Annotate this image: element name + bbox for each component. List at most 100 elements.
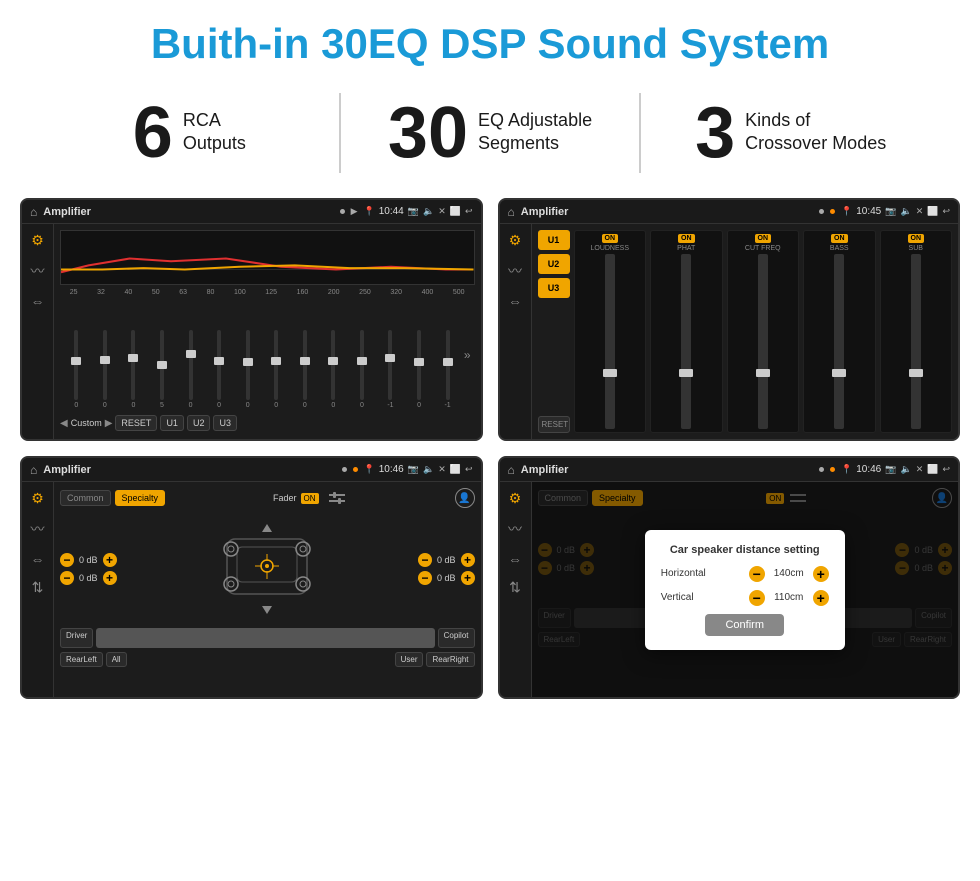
fader-rearright-btn[interactable]: RearRight <box>426 652 474 667</box>
stat-rca-line2: Outputs <box>183 132 246 155</box>
fader-user-btn[interactable]: User <box>395 652 424 667</box>
fader-top-bar: Common Specialty Fader ON 👤 <box>60 488 475 508</box>
fader-copilot-btn[interactable]: Copilot <box>438 628 475 648</box>
fader-sidebar: ⚙ 〰 ⇔ ⇅ <box>22 482 54 697</box>
dialog-sidebar-icon-4[interactable]: ⇅ <box>509 579 521 596</box>
eq-prev-arrow[interactable]: ◀ <box>60 418 68 429</box>
fader-fl-minus[interactable]: − <box>60 553 74 567</box>
eq-slider-12: 0 <box>407 330 432 409</box>
dialog-vertical-plus[interactable]: + <box>813 590 829 606</box>
fader-driver-btn[interactable]: Driver <box>60 628 93 648</box>
amp-sidebar-icon-3[interactable]: ⇔ <box>508 293 522 309</box>
amp-dot2 <box>830 209 835 214</box>
eq-slider-9: 0 <box>321 330 346 409</box>
dialog-horizontal-row: Horizontal − 140cm + <box>661 566 829 582</box>
amp-u1-btn[interactable]: U1 <box>538 230 570 250</box>
fader-position-buttons: Driver Copilot <box>60 628 475 648</box>
fader-sidebar-icon-4[interactable]: ⇅ <box>32 579 44 596</box>
dialog-sidebar-icon-3[interactable]: ⇔ <box>508 551 522 567</box>
stat-eq-number: 30 <box>388 97 468 169</box>
dialog-sidebar-icon-2[interactable]: 〰 <box>508 519 522 539</box>
dialog-time: 10:46 <box>856 464 881 475</box>
fader-fr-plus[interactable]: + <box>461 553 475 567</box>
eq-slider-3: 5 <box>150 330 175 409</box>
amp-close-icon: ✕ <box>916 206 924 217</box>
loudness-slider[interactable] <box>605 254 615 429</box>
dialog-home-icon[interactable]: ⌂ <box>508 463 515 477</box>
dialog-volume-icon: 🔈 <box>900 464 911 475</box>
stat-crossover: 3 Kinds of Crossover Modes <box>661 97 920 169</box>
sub-slider[interactable] <box>911 254 921 429</box>
stat-rca-number: 6 <box>133 97 173 169</box>
fader-right-controls: − 0 dB + − 0 dB + <box>418 553 475 585</box>
dialog-back-icon[interactable]: ↩ <box>942 464 950 475</box>
back-icon[interactable]: ↩ <box>465 206 473 217</box>
profile-icon[interactable]: 👤 <box>455 488 475 508</box>
fader-all-btn[interactable]: All <box>106 652 127 667</box>
amp-u3-btn[interactable]: U3 <box>538 278 570 298</box>
fader-rearleft-btn[interactable]: RearLeft <box>60 652 103 667</box>
fader-specialty-tab[interactable]: Specialty <box>115 490 166 506</box>
eq-sidebar-icon-1[interactable]: ⚙ <box>31 232 44 249</box>
dialog-vertical-minus[interactable]: − <box>749 590 765 606</box>
eq-u3-btn[interactable]: U3 <box>213 415 237 431</box>
amp-body: ⚙ 〰 ⇔ U1 U2 U3 RESET ON LOUDNESS <box>500 224 959 439</box>
cutfreq-slider[interactable] <box>758 254 768 429</box>
fader-rl-minus[interactable]: − <box>60 571 74 585</box>
dialog-horizontal-plus[interactable]: + <box>813 566 829 582</box>
fader-fr-minus[interactable]: − <box>418 553 432 567</box>
eq-time: 10:44 <box>379 206 404 217</box>
eq-u1-btn[interactable]: U1 <box>160 415 184 431</box>
fader-sidebar-icon-2[interactable]: 〰 <box>31 519 45 539</box>
dialog-sidebar-icon-1[interactable]: ⚙ <box>509 490 522 507</box>
fader-slider-icon <box>327 488 347 508</box>
fader-on-badge: ON <box>301 493 319 504</box>
camera-icon: 📷 <box>408 206 419 217</box>
fader-rr-plus[interactable]: + <box>461 571 475 585</box>
eq-sidebar-icon-2[interactable]: 〰 <box>31 261 45 281</box>
fader-rl-plus[interactable]: + <box>103 571 117 585</box>
fader-sidebar-icon-3[interactable]: ⇔ <box>31 551 45 567</box>
eq-slider-5: 0 <box>207 330 232 409</box>
fader-rl-val: 0 dB <box>79 573 98 583</box>
phat-on-badge: ON <box>678 234 695 243</box>
eq-sidebar-icon-3[interactable]: ⇔ <box>31 293 45 309</box>
amp-location-icon: 📍 <box>841 206 852 217</box>
screen-eq: ⌂ Amplifier ▶ 📍 10:44 📷 🔈 ✕ ⬜ ↩ ⚙ 〰 ⇔ <box>20 198 483 441</box>
eq-slider-7: 0 <box>264 330 289 409</box>
dialog-sidebar: ⚙ 〰 ⇔ ⇅ <box>500 482 532 697</box>
screen-dialog: ⌂ Amplifier 📍 10:46 📷 🔈 ✕ ⬜ ↩ ⚙ 〰 ⇔ ⇅ <box>498 456 961 699</box>
fader-back-icon[interactable]: ↩ <box>465 464 473 475</box>
fader-left-controls: − 0 dB + − 0 dB + <box>60 553 117 585</box>
dialog-dot2 <box>830 467 835 472</box>
expand-icon[interactable]: » <box>464 348 471 362</box>
eq-next-arrow[interactable]: ▶ <box>105 418 113 429</box>
amp-back-icon[interactable]: ↩ <box>942 206 950 217</box>
location-icon: 📍 <box>364 206 375 217</box>
amp-u2-btn[interactable]: U2 <box>538 254 570 274</box>
dialog-horizontal-label: Horizontal <box>661 568 743 579</box>
bass-slider[interactable] <box>834 254 844 429</box>
amp-home-icon[interactable]: ⌂ <box>508 205 515 219</box>
fader-common-tab[interactable]: Common <box>60 490 111 506</box>
eq-u2-btn[interactable]: U2 <box>187 415 211 431</box>
home-icon[interactable]: ⌂ <box>30 205 37 219</box>
dialog-horizontal-minus[interactable]: − <box>749 566 765 582</box>
fader-rr-minus[interactable]: − <box>418 571 432 585</box>
eq-reset-btn[interactable]: RESET <box>115 415 157 431</box>
phat-slider[interactable] <box>681 254 691 429</box>
amp-sidebar-icon-1[interactable]: ⚙ <box>509 232 522 249</box>
fader-sidebar-icon-1[interactable]: ⚙ <box>31 490 44 507</box>
screenshots-grid: ⌂ Amplifier ▶ 📍 10:44 📷 🔈 ✕ ⬜ ↩ ⚙ 〰 ⇔ <box>0 198 980 719</box>
fader-home-icon[interactable]: ⌂ <box>30 463 37 477</box>
close-icon: ✕ <box>438 206 446 217</box>
volume-icon: 🔈 <box>423 206 434 217</box>
fader-db-fr: − 0 dB + <box>418 553 475 567</box>
eq-sliders-row: 0 0 0 5 0 <box>60 300 475 409</box>
amp-title: Amplifier <box>521 206 813 218</box>
amp-reset-btn[interactable]: RESET <box>538 416 570 433</box>
stat-divider-1 <box>339 93 341 173</box>
confirm-button[interactable]: Confirm <box>705 614 784 636</box>
amp-sidebar-icon-2[interactable]: 〰 <box>508 261 522 281</box>
fader-fl-plus[interactable]: + <box>103 553 117 567</box>
